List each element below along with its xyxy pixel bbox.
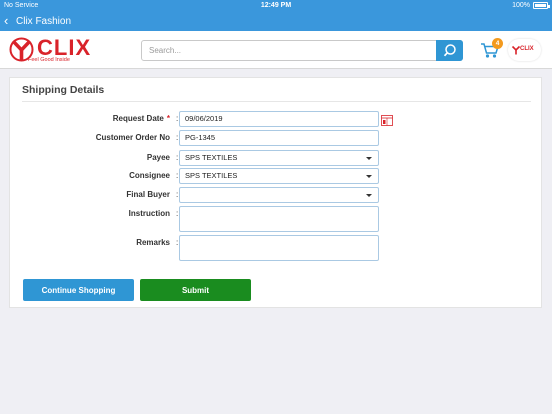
search-button[interactable] [436,40,463,61]
search-input[interactable] [142,41,437,60]
continue-shopping-button[interactable]: Continue Shopping [23,279,134,301]
chevron-left-icon[interactable]: ‹ [4,14,8,28]
clock-text: 12:49 PM [260,2,292,9]
remarks-label: Remarks [136,238,170,247]
required-mark: * [166,114,170,123]
calendar-icon[interactable] [381,114,393,126]
payee-value: SPS TEXTILES [185,153,238,162]
nav-bar: ‹ Clix Fashion [0,13,552,31]
logo-tagline: Feel Good Inside [28,57,70,63]
remarks-textarea[interactable] [179,235,379,261]
colon: : [176,153,179,162]
app-header: CLIX Feel Good Inside 4 CLIX [0,31,552,69]
clix-logo[interactable]: CLIX Feel Good Inside [9,35,119,66]
title-divider [22,101,531,102]
colon: : [176,209,179,218]
brand-chip[interactable]: CLIX [508,39,541,61]
top-bar: No Service 12:49 PM 100% ‹ Clix Fashion [0,0,552,31]
consignee-value: SPS TEXTILES [185,171,238,180]
colon: : [176,171,179,180]
request-date-label: Request Date * [10,114,170,123]
consignee-label: Consignee [129,171,170,180]
battery-percent: 100% [512,2,530,9]
instruction-label: Instruction [128,209,170,218]
colon: : [176,190,179,199]
payee-label: Payee [146,153,170,162]
final-buyer-label: Final Buyer [126,190,170,199]
customer-order-field[interactable]: PG-1345 [179,130,379,146]
request-date-value: 09/06/2019 [185,114,223,123]
cart-button[interactable]: 4 [480,38,503,60]
customer-order-value: PG-1345 [185,133,216,142]
cart-count-badge: 4 [492,38,503,49]
status-bar: No Service 12:49 PM 100% [0,0,552,12]
page-title: Shipping Details [22,84,105,96]
colon: : [176,238,179,247]
submit-button[interactable]: Submit [140,279,251,301]
chevron-down-icon [366,157,372,160]
final-buyer-select[interactable] [179,187,379,203]
shipping-details-card: Shipping Details Request Date * : 09/06/2… [9,77,542,308]
back-title[interactable]: Clix Fashion [16,16,71,27]
request-date-field[interactable]: 09/06/2019 [179,111,379,127]
consignee-select[interactable]: SPS TEXTILES [179,168,379,184]
chevron-down-icon [366,194,372,197]
colon: : [176,133,179,142]
payee-select[interactable]: SPS TEXTILES [179,150,379,166]
customer-order-label: Customer Order No [95,133,170,142]
colon: : [176,114,179,123]
battery-icon [533,2,550,9]
search-icon [443,44,456,57]
brand-chip-text: CLIX [520,46,534,52]
search-box [141,40,463,61]
instruction-textarea[interactable] [179,206,379,232]
chevron-down-icon [366,175,372,178]
request-date-label-text: Request Date [112,114,164,123]
